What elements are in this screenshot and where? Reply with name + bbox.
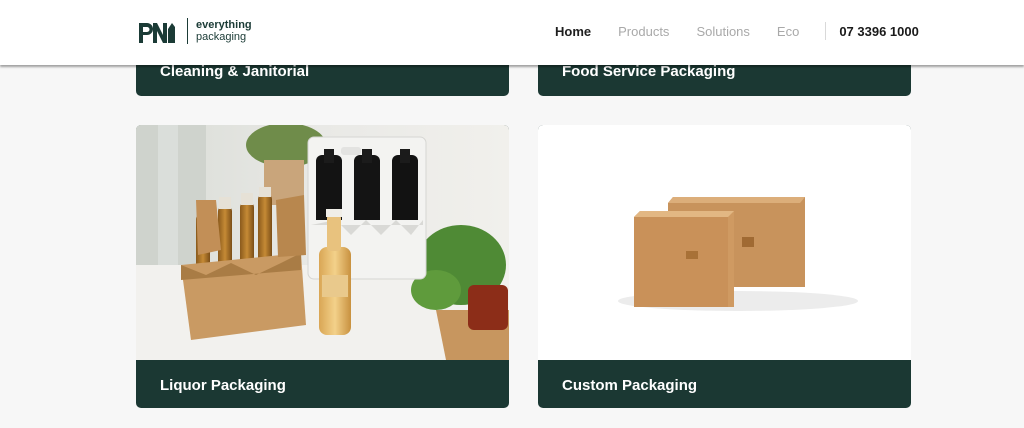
pni-logo-icon xyxy=(139,23,175,43)
nav-solutions[interactable]: Solutions xyxy=(696,24,749,39)
nav-home[interactable]: Home xyxy=(555,24,591,39)
category-card-label: Food Service Packaging xyxy=(562,63,736,80)
nav-divider xyxy=(825,22,827,40)
liquor-packaging-image xyxy=(136,125,509,360)
brand-logo[interactable]: everything packaging xyxy=(137,16,252,46)
main-nav: Home Products Solutions Eco 07 3396 1000 xyxy=(555,22,946,40)
category-card-custom[interactable]: Custom Packaging xyxy=(538,125,911,408)
category-card-label: Cleaning & Janitorial xyxy=(160,63,310,80)
logo-divider xyxy=(187,18,188,44)
category-card-label: Custom Packaging xyxy=(562,377,698,394)
site-header: everything packaging Home Products Solut… xyxy=(0,0,1024,65)
custom-packaging-image xyxy=(538,125,911,360)
nav-products[interactable]: Products xyxy=(618,24,669,39)
nav-eco[interactable]: Eco xyxy=(777,24,799,39)
logo-tagline: everything packaging xyxy=(196,19,252,43)
category-card-label: Liquor Packaging xyxy=(160,377,286,394)
tagline-line2: packaging xyxy=(196,31,247,43)
phone-number-link[interactable]: 07 3396 1000 xyxy=(839,24,919,39)
tagline-line1: everything xyxy=(196,19,252,31)
category-card-liquor[interactable]: Liquor Packaging xyxy=(136,125,509,408)
